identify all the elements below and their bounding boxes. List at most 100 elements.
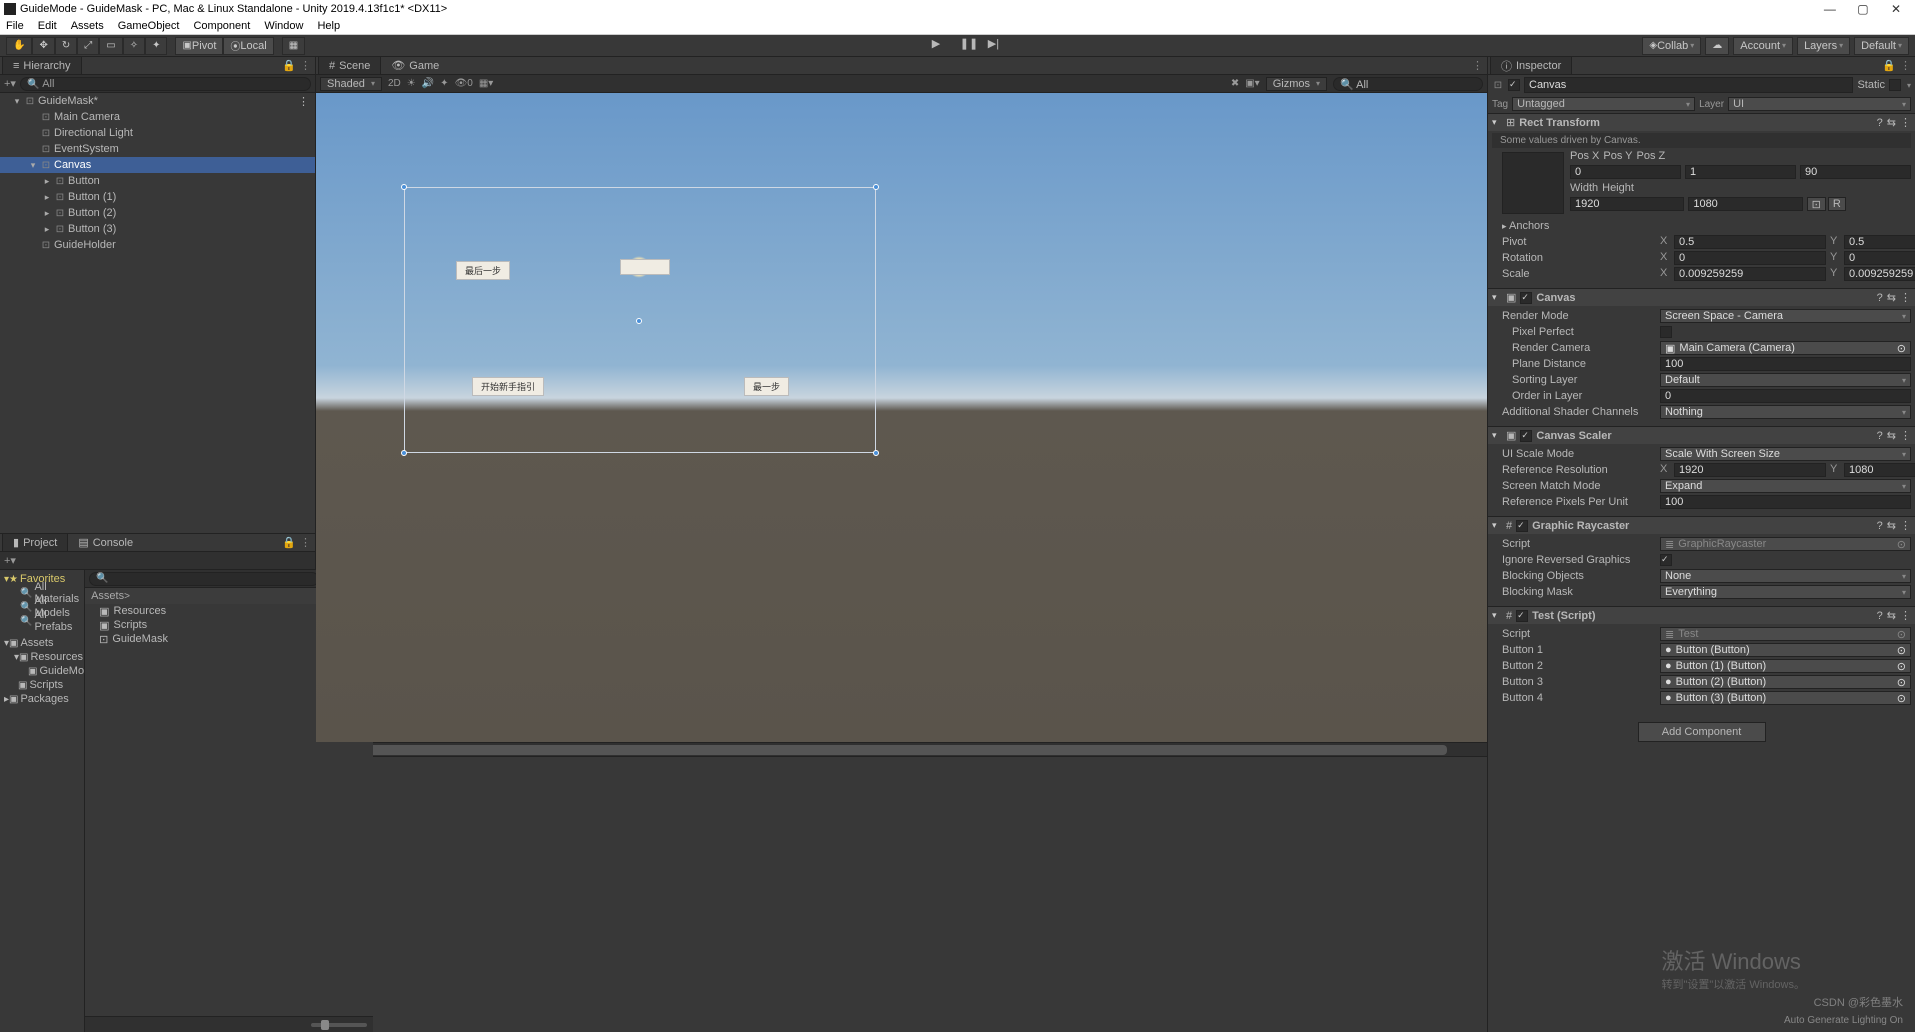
lock-icon[interactable]: 🔒 <box>282 59 296 72</box>
menu-help[interactable]: Help <box>317 20 340 32</box>
handle-bl[interactable] <box>401 450 407 456</box>
render-mode-dropdown[interactable]: Screen Space - Camera▾ <box>1660 309 1911 323</box>
button4-field[interactable]: ●Button (3) (Button)⊙ <box>1660 691 1911 705</box>
button3-field[interactable]: ●Button (2) (Button)⊙ <box>1660 675 1911 689</box>
anchor-preset-button[interactable] <box>1502 152 1564 214</box>
refres-x-input[interactable] <box>1674 463 1826 477</box>
object-picker-icon[interactable]: ⊙ <box>1897 342 1906 355</box>
layer-dropdown[interactable]: UI▾ <box>1728 97 1911 111</box>
tab-console[interactable]: ▤ Console <box>68 534 144 551</box>
rot-x-input[interactable] <box>1674 251 1826 265</box>
sorting-layer-dropdown[interactable]: Default▾ <box>1660 373 1911 387</box>
static-checkbox[interactable] <box>1889 79 1901 91</box>
menu-edit[interactable]: Edit <box>38 20 57 32</box>
tree-guidemo[interactable]: ▣GuideMo <box>0 664 84 678</box>
shading-dropdown[interactable]: Shaded ▾ <box>320 77 382 91</box>
scale-tool-icon[interactable]: ⤢ <box>77 37 99 55</box>
hierarchy-item-canvas[interactable]: ▾⊡Canvas <box>0 157 315 173</box>
canvas-enabled-checkbox[interactable] <box>1520 292 1532 304</box>
minimize-button[interactable]: — <box>1815 2 1845 16</box>
tree-packages[interactable]: ▸▣Packages <box>0 692 84 706</box>
menu-window[interactable]: Window <box>264 20 303 32</box>
hierarchy-item-button3[interactable]: ▸⊡Button (3) <box>0 221 315 237</box>
camera-icon[interactable]: ▣▾ <box>1245 78 1259 89</box>
fx-toggle-icon[interactable]: ✦ <box>440 78 448 89</box>
help-icon[interactable]: ? <box>1877 117 1883 129</box>
scene-search-input[interactable]: 🔍 All <box>1333 77 1483 91</box>
canvas-header[interactable]: ▾▣Canvas?⇆⋮ <box>1488 288 1915 306</box>
grid-toggle-icon[interactable]: ▦▾ <box>479 78 493 89</box>
rect-transform-header[interactable]: ▾⊞Rect Transform?⇆⋮ <box>1488 113 1915 131</box>
audio-toggle-icon[interactable]: 🔊 <box>422 78 434 89</box>
scene-viewport[interactable]: 最后一步 开始新手指引 最一步 <box>316 93 1487 742</box>
hierarchy-scene-row[interactable]: ▾⊡GuideMask*⋮ <box>0 93 315 109</box>
pause-button[interactable]: ❚❚ <box>960 37 988 55</box>
scale-y-input[interactable] <box>1844 267 1915 281</box>
tools-icon[interactable]: ✖ <box>1231 78 1239 89</box>
rot-y-input[interactable] <box>1844 251 1915 265</box>
tab-inspector[interactable]: ⓘ Inspector <box>1490 57 1572 74</box>
refpx-input[interactable] <box>1660 495 1911 509</box>
handle-center[interactable] <box>636 318 642 324</box>
project-search-input[interactable]: 🔍 <box>89 572 319 586</box>
hand-tool-icon[interactable]: ✋ <box>6 37 32 55</box>
hierarchy-item-guideholder[interactable]: ⊡GuideHolder <box>0 237 315 253</box>
graphic-raycaster-header[interactable]: ▾#Graphic Raycaster?⇆⋮ <box>1488 516 1915 534</box>
maximize-button[interactable]: ▢ <box>1848 2 1878 16</box>
plane-distance-input[interactable] <box>1660 357 1911 371</box>
posz-input[interactable] <box>1800 165 1911 179</box>
step-button[interactable]: ▶| <box>988 37 1016 55</box>
match-mode-dropdown[interactable]: Expand▾ <box>1660 479 1911 493</box>
thumbnail-size-slider[interactable] <box>311 1023 367 1027</box>
height-input[interactable] <box>1688 197 1802 211</box>
scene-button-br[interactable]: 最一步 <box>744 377 789 396</box>
scene-scrollbar-h[interactable] <box>316 742 1487 756</box>
test-enabled-checkbox[interactable] <box>1516 610 1528 622</box>
collab-dropdown[interactable]: ◈ Collab ▾ <box>1642 37 1701 55</box>
test-script-header[interactable]: ▾#Test (Script)?⇆⋮ <box>1488 606 1915 624</box>
order-in-layer-input[interactable] <box>1660 389 1911 403</box>
posx-input[interactable] <box>1570 165 1681 179</box>
close-button[interactable]: ✕ <box>1881 2 1911 16</box>
object-picker-icon[interactable]: ⊙ <box>1897 660 1906 673</box>
fav-all-prefabs[interactable]: 🔍All Prefabs <box>0 614 84 628</box>
gizmos-dropdown[interactable]: Gizmos ▾ <box>1266 77 1327 91</box>
handle-tr[interactable] <box>873 184 879 190</box>
hierarchy-item-button[interactable]: ▸⊡Button <box>0 173 315 189</box>
render-camera-field[interactable]: ▣Main Camera (Camera)⊙ <box>1660 341 1911 355</box>
context-menu-icon[interactable]: ⋮ <box>1472 59 1483 72</box>
lock-icon[interactable]: 🔒 <box>282 536 296 549</box>
tab-project[interactable]: ▮ Project <box>2 534 68 551</box>
handle-tl[interactable] <box>401 184 407 190</box>
hierarchy-item-main-camera[interactable]: ⊡Main Camera <box>0 109 315 125</box>
object-picker-icon[interactable]: ⊙ <box>1897 692 1906 705</box>
hidden-toggle-icon[interactable]: 👁0 <box>455 78 473 89</box>
hierarchy-item-eventsystem[interactable]: ⊡EventSystem <box>0 141 315 157</box>
posy-input[interactable] <box>1685 165 1796 179</box>
blocking-mask-dropdown[interactable]: Everything▾ <box>1660 585 1911 599</box>
scene-button-tr[interactable] <box>620 259 670 275</box>
scale-x-input[interactable] <box>1674 267 1826 281</box>
cloud-icon[interactable]: ☁ <box>1705 37 1729 55</box>
scene-button-tl[interactable]: 最后一步 <box>456 261 510 280</box>
object-name-input[interactable] <box>1524 77 1853 93</box>
assets-header[interactable]: ▾▣ Assets <box>0 636 84 650</box>
tag-dropdown[interactable]: Untagged▾ <box>1512 97 1695 111</box>
raw-edit-icon[interactable]: R <box>1828 197 1846 211</box>
move-tool-icon[interactable]: ✥ <box>32 37 54 55</box>
active-checkbox[interactable] <box>1508 79 1520 91</box>
pivot-x-input[interactable] <box>1674 235 1826 249</box>
menu-assets[interactable]: Assets <box>71 20 104 32</box>
snap-icon[interactable]: ▦ <box>282 37 305 55</box>
object-picker-icon[interactable]: ⊙ <box>1897 644 1906 657</box>
layers-dropdown[interactable]: Layers ▾ <box>1797 37 1850 55</box>
object-picker-icon[interactable]: ⊙ <box>1897 676 1906 689</box>
menu-file[interactable]: File <box>6 20 24 32</box>
transform-tool-icon[interactable]: ✧ <box>123 37 145 55</box>
refres-y-input[interactable] <box>1844 463 1915 477</box>
canvas-scaler-header[interactable]: ▾▣Canvas Scaler?⇆⋮ <box>1488 426 1915 444</box>
tree-resources[interactable]: ▾▣Resources <box>0 650 84 664</box>
local-toggle[interactable]: ⦿ Local <box>223 37 273 55</box>
pivot-y-input[interactable] <box>1844 235 1915 249</box>
add-component-button[interactable]: Add Component <box>1638 722 1766 742</box>
